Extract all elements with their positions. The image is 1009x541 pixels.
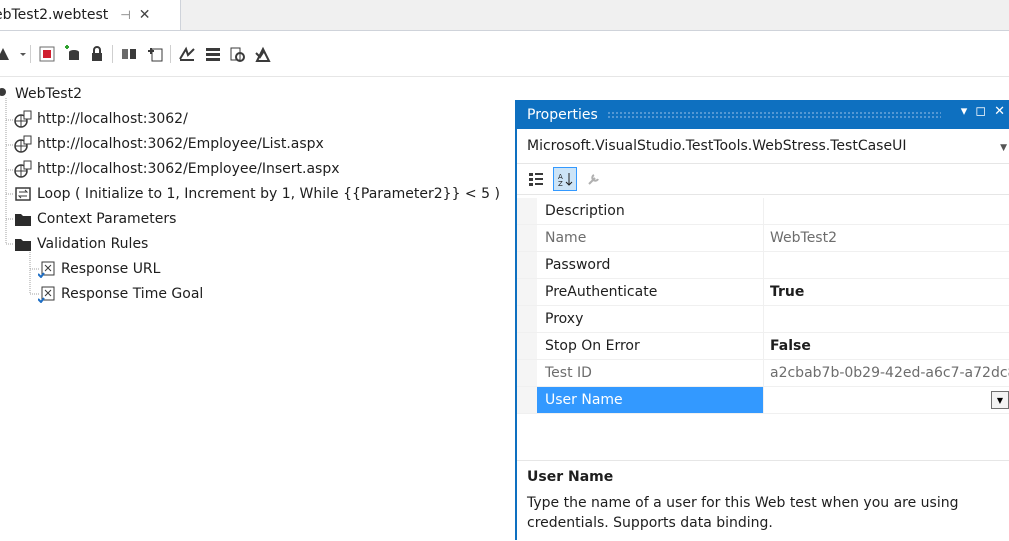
add-request-icon[interactable] bbox=[146, 45, 164, 63]
run-test-icon[interactable] bbox=[0, 45, 12, 63]
toolbar-separator bbox=[30, 45, 31, 63]
rule-label: Response Time Goal bbox=[61, 286, 204, 302]
web-request-icon bbox=[14, 110, 32, 128]
property-name: Stop On Error bbox=[537, 333, 764, 359]
chevron-down-icon: ▼ bbox=[1000, 143, 1007, 153]
description-pane: User Name Type the name of a user for th… bbox=[517, 460, 1009, 541]
properties-window: Properties ▾ ◻ ✕ Microsoft.VisualStudio.… bbox=[515, 100, 1009, 540]
tree-item-loop[interactable]: Loop ( Initialize to 1, Increment by 1, … bbox=[14, 182, 500, 206]
tree-item-request[interactable]: http://localhost:3062/Employee/Insert.as… bbox=[14, 157, 340, 181]
toolbar-separator bbox=[112, 45, 113, 63]
property-value[interactable] bbox=[764, 306, 1009, 332]
alphabetical-icon[interactable]: AZ bbox=[553, 167, 577, 191]
close-tab-icon[interactable]: ✕ bbox=[139, 7, 151, 23]
property-name: User Name bbox=[537, 387, 764, 413]
svg-text:Z: Z bbox=[558, 180, 563, 187]
dropdown-button[interactable]: ▼ bbox=[991, 391, 1009, 409]
description-title: User Name bbox=[527, 469, 614, 485]
title-buttons: ▾ ◻ ✕ bbox=[961, 104, 1005, 119]
webtest-icon bbox=[0, 85, 10, 103]
tree-item-root[interactable]: WebTest2 bbox=[0, 82, 82, 106]
validation-rule-icon bbox=[38, 260, 56, 278]
record-icon[interactable] bbox=[38, 45, 56, 63]
categorized-icon[interactable] bbox=[525, 168, 547, 190]
property-value[interactable]: a2cbab7b-0b29-42ed-a6c7-a72dc8 bbox=[764, 360, 1009, 386]
properties-title: Properties bbox=[527, 106, 598, 123]
add-datasource-icon[interactable] bbox=[64, 45, 82, 63]
property-name: Name bbox=[537, 225, 764, 251]
context-parameters-label: Context Parameters bbox=[37, 211, 177, 227]
property-name: Proxy bbox=[537, 306, 764, 332]
property-row-stop-on-error[interactable]: Stop On Error False bbox=[517, 333, 1009, 360]
loop-icon bbox=[14, 185, 32, 203]
title-grip bbox=[607, 111, 941, 118]
properties-toolbar: AZ bbox=[517, 164, 1009, 195]
validation-rules-label: Validation Rules bbox=[37, 236, 149, 252]
validation-rule-icon bbox=[38, 285, 56, 303]
dropdown-menu-icon[interactable]: ▾ bbox=[961, 104, 968, 119]
tree-item-context-parameters[interactable]: Context Parameters bbox=[14, 207, 176, 231]
property-name: Password bbox=[537, 252, 764, 278]
webtest-tree: WebTest2 http://localhost:3062/ http://l… bbox=[0, 82, 515, 540]
validation-icon[interactable] bbox=[254, 45, 272, 63]
add-recording-icon[interactable] bbox=[120, 45, 138, 63]
rule-label: Response URL bbox=[61, 261, 161, 277]
property-value[interactable]: True bbox=[764, 279, 1009, 305]
property-row-preauthenticate[interactable]: PreAuthenticate True bbox=[517, 279, 1009, 306]
request-url: http://localhost:3062/Employee/Insert.as… bbox=[37, 161, 340, 177]
property-row-password[interactable]: Password bbox=[517, 252, 1009, 279]
tab-webtest2[interactable]: ebTest2.webtest ⊣ ✕ bbox=[0, 0, 181, 30]
tree-item-request[interactable]: http://localhost:3062/ bbox=[14, 107, 188, 131]
tree-item-validation-rules[interactable]: Validation Rules bbox=[14, 232, 148, 256]
property-row-user-name[interactable]: User Name ▼ bbox=[517, 387, 1009, 414]
request-url: http://localhost:3062/Employee/List.aspx bbox=[37, 136, 324, 152]
property-value[interactable] bbox=[764, 252, 1009, 278]
extract-icon[interactable] bbox=[228, 45, 246, 63]
object-name: Microsoft.VisualStudio.TestTools.WebStre… bbox=[527, 138, 907, 154]
toolbar-separator bbox=[170, 45, 171, 63]
property-value[interactable]: WebTest2 bbox=[764, 225, 1009, 251]
parameterize-icon[interactable] bbox=[204, 45, 222, 63]
web-request-icon bbox=[14, 160, 32, 178]
property-value-user-name[interactable]: ▼ bbox=[764, 387, 1009, 413]
property-grid: Description Name WebTest2 Password PreAu… bbox=[517, 198, 1009, 414]
property-value[interactable]: False bbox=[764, 333, 1009, 359]
document-tab-strip: ebTest2.webtest ⊣ ✕ bbox=[0, 0, 1009, 31]
tree-item-rule[interactable]: Response URL bbox=[38, 257, 160, 281]
request-url: http://localhost:3062/ bbox=[37, 111, 188, 127]
tree-item-label: WebTest2 bbox=[15, 86, 82, 102]
tree-item-request[interactable]: http://localhost:3062/Employee/List.aspx bbox=[14, 132, 324, 156]
property-pages-icon[interactable] bbox=[583, 168, 605, 190]
webtest-toolbar bbox=[0, 31, 1009, 77]
properties-title-bar[interactable]: Properties ▾ ◻ ✕ bbox=[517, 100, 1009, 129]
maximize-icon[interactable]: ◻ bbox=[975, 104, 986, 119]
object-selector[interactable]: Microsoft.VisualStudio.TestTools.WebStre… bbox=[517, 129, 1009, 164]
chevron-down-icon: ▼ bbox=[996, 395, 1004, 405]
loop-label: Loop ( Initialize to 1, Increment by 1, … bbox=[37, 186, 500, 202]
property-name: PreAuthenticate bbox=[537, 279, 764, 305]
add-transaction-icon[interactable] bbox=[178, 45, 196, 63]
tree-item-rule[interactable]: Response Time Goal bbox=[38, 282, 203, 306]
tab-title: ebTest2.webtest bbox=[0, 7, 109, 23]
property-value[interactable] bbox=[764, 198, 1009, 224]
property-row-test-id[interactable]: Test ID a2cbab7b-0b29-42ed-a6c7-a72dc8 bbox=[517, 360, 1009, 387]
property-name: Test ID bbox=[537, 360, 764, 386]
folder-icon bbox=[14, 235, 32, 253]
folder-icon bbox=[14, 210, 32, 228]
credentials-icon[interactable] bbox=[88, 45, 106, 63]
web-request-icon bbox=[14, 135, 32, 153]
property-name: Description bbox=[537, 198, 764, 224]
close-icon[interactable]: ✕ bbox=[994, 104, 1005, 119]
pin-icon[interactable]: ⊣ bbox=[120, 8, 130, 22]
property-row-name[interactable]: Name WebTest2 bbox=[517, 225, 1009, 252]
description-text: Type the name of a user for this Web tes… bbox=[527, 495, 959, 531]
property-row-proxy[interactable]: Proxy bbox=[517, 306, 1009, 333]
property-row-description[interactable]: Description bbox=[517, 198, 1009, 225]
